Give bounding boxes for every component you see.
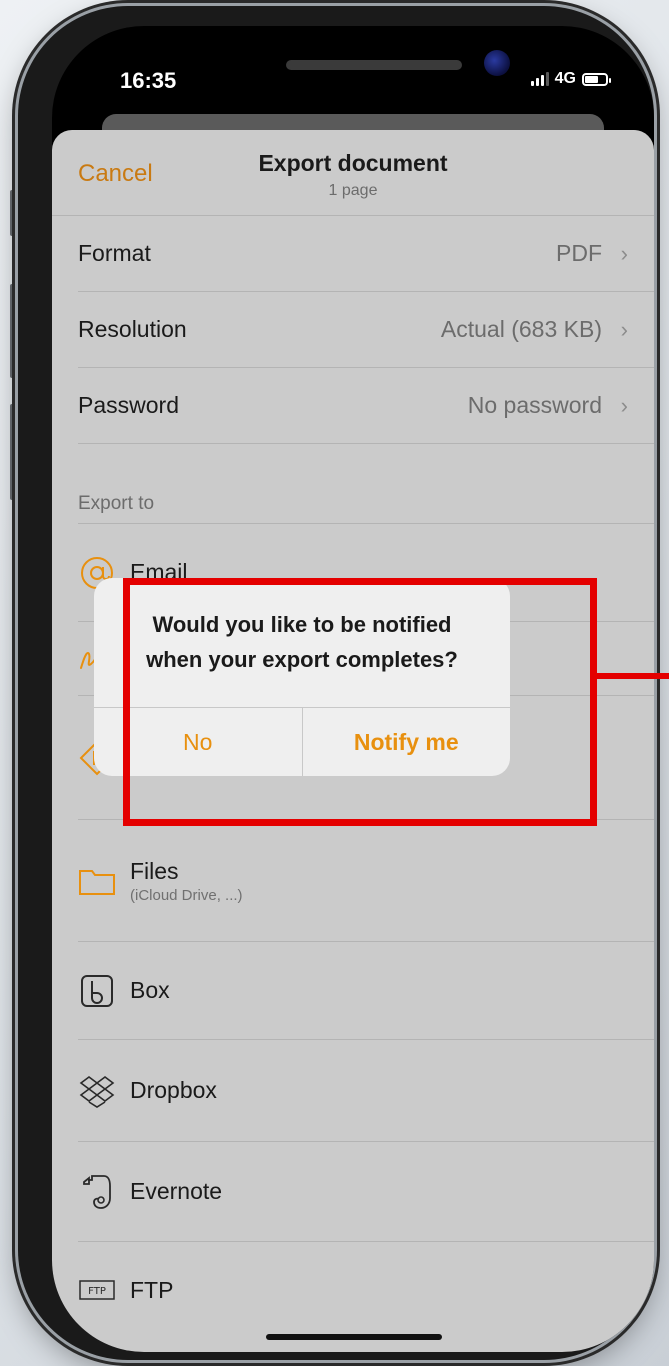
sheet-title: Export document <box>258 150 448 176</box>
export-to-heading: Export to <box>78 444 654 524</box>
chevron-right-icon: › <box>620 240 628 266</box>
volume-down-button <box>10 404 14 500</box>
network-type: 4G <box>554 70 576 87</box>
battery-icon <box>582 72 611 86</box>
volume-up-button <box>10 284 14 378</box>
export-evernote-label: Evernote <box>130 1178 223 1204</box>
evernote-icon <box>78 1173 116 1211</box>
highlight-pointer-line <box>597 673 669 679</box>
export-box[interactable]: Box <box>78 942 654 1040</box>
speaker-grille <box>286 60 462 70</box>
status-bar: 16:35 4G <box>52 26 654 126</box>
export-dropbox[interactable]: Dropbox <box>78 1040 654 1142</box>
highlight-box <box>123 578 597 826</box>
ftp-icon: FTP <box>78 1271 116 1309</box>
password-value: No password <box>467 392 602 418</box>
folder-icon <box>78 862 116 900</box>
export-ftp-label: FTP <box>130 1276 174 1303</box>
resolution-label: Resolution <box>78 316 187 342</box>
password-row[interactable]: Password No password › <box>78 368 654 444</box>
box-icon <box>78 972 116 1010</box>
dropbox-icon <box>78 1072 116 1110</box>
export-ftp[interactable]: FTP FTP <box>78 1242 654 1338</box>
front-camera <box>484 50 510 76</box>
mute-switch <box>10 190 14 236</box>
signal-icon <box>530 72 549 86</box>
export-evernote[interactable]: Evernote <box>78 1142 654 1242</box>
status-indicators: 4G <box>530 70 611 88</box>
format-label: Format <box>78 240 151 266</box>
page-count: 1 page <box>328 182 378 199</box>
resolution-value: Actual (683 KB) <box>440 316 602 342</box>
chevron-right-icon: › <box>620 392 628 418</box>
export-dropbox-label: Dropbox <box>130 1077 217 1103</box>
chevron-right-icon: › <box>620 316 628 342</box>
sheet-header: Cancel Export document 1 page <box>52 130 654 216</box>
home-indicator <box>266 1334 442 1340</box>
resolution-row[interactable]: Resolution Actual (683 KB) › <box>78 292 654 368</box>
status-time: 16:35 <box>120 68 177 93</box>
export-files-sub: (iCloud Drive, ...) <box>130 886 243 904</box>
password-label: Password <box>78 392 179 418</box>
export-files-text: Files (iCloud Drive, ...) <box>130 858 243 904</box>
svg-text:FTP: FTP <box>88 1286 106 1297</box>
export-box-label: Box <box>130 977 170 1003</box>
export-files[interactable]: Files (iCloud Drive, ...) <box>78 820 654 942</box>
export-files-label: Files <box>130 857 179 884</box>
format-row[interactable]: Format PDF › <box>78 216 654 292</box>
format-value: PDF <box>556 240 602 266</box>
